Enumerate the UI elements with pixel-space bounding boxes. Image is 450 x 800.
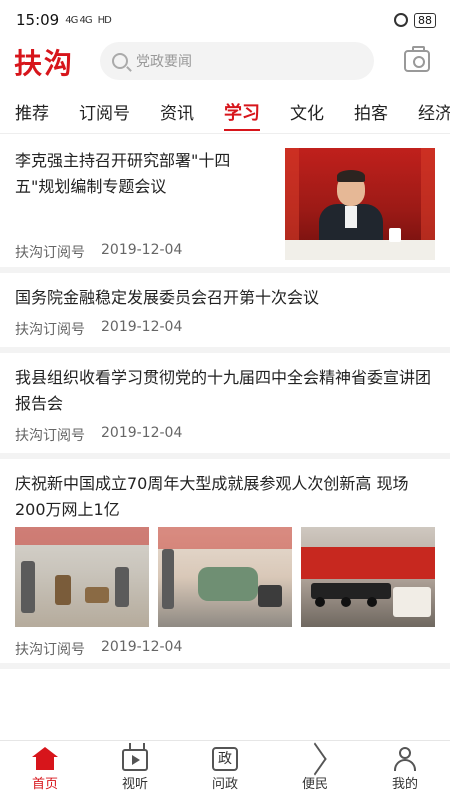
news-feed: 李克强主持召开研究部署"十四五"规划编制专题会议 扶沟订阅号 2019-12-0… [0, 136, 450, 669]
status-right: 88 [394, 12, 436, 28]
tv-icon [122, 749, 148, 771]
article-date: 2019-12-04 [101, 242, 183, 258]
bottom-nav: 首页 视听 政 问政 便民 我的 [0, 740, 450, 800]
user-icon [393, 747, 417, 771]
tab-economy[interactable]: 经济 [418, 95, 450, 133]
clock: 15:09 [16, 11, 60, 29]
nav-label: 首页 [31, 777, 58, 792]
network-type: HD [97, 14, 112, 26]
tab-recommend[interactable]: 推荐 [15, 95, 49, 133]
article-thumbnail [285, 148, 435, 260]
send-icon [303, 747, 327, 771]
category-tabs: 推荐 订阅号 资讯 学习 文化 拍客 经济 [0, 94, 450, 134]
article-meta: 扶沟订阅号 2019-12-04 [15, 319, 182, 339]
nav-inquiry[interactable]: 政 问政 [180, 741, 270, 800]
article-image [301, 527, 435, 627]
battery-icon: 88 [414, 12, 436, 28]
article-source: 扶沟订阅号 [15, 428, 85, 444]
tab-subscriptions[interactable]: 订阅号 [79, 95, 130, 133]
article-meta: 扶沟订阅号 2019-12-04 [15, 425, 182, 445]
status-bar: 15:09 4G 4G HD 88 [0, 0, 450, 40]
home-icon [32, 747, 58, 771]
status-left: 15:09 4G 4G HD [16, 11, 112, 29]
article-meta: 扶沟订阅号 2019-12-04 [15, 639, 182, 659]
nav-media[interactable]: 视听 [90, 741, 180, 800]
article-image-row [15, 527, 435, 627]
camera-icon[interactable] [404, 46, 430, 72]
nav-label: 视听 [121, 777, 148, 792]
search-placeholder: 党政要闻 [136, 54, 192, 70]
nav-label: 问政 [211, 777, 238, 792]
article-source: 扶沟订阅号 [15, 322, 85, 338]
article-date: 2019-12-04 [101, 425, 183, 441]
nav-label: 我的 [391, 777, 418, 792]
search-icon [112, 53, 128, 69]
article-item[interactable]: 庆祝新中国成立70周年大型成就展参观人次创新高 现场200万网上1亿 扶沟订阅号… [0, 459, 450, 669]
article-source: 扶沟订阅号 [15, 642, 85, 658]
nav-profile[interactable]: 我的 [360, 741, 450, 800]
lock-icon [394, 13, 408, 27]
app-logo: 扶沟 [14, 47, 75, 80]
article-item[interactable]: 国务院金融稳定发展委员会召开第十次会议 扶沟订阅号 2019-12-04 [0, 273, 450, 353]
zheng-icon: 政 [212, 747, 238, 771]
tab-photographer[interactable]: 拍客 [354, 95, 388, 133]
article-date: 2019-12-04 [101, 639, 183, 655]
tab-culture[interactable]: 文化 [290, 95, 324, 133]
article-image [15, 527, 149, 627]
article-meta: 扶沟订阅号 2019-12-04 [15, 242, 182, 262]
article-title: 庆祝新中国成立70周年大型成就展参观人次创新高 现场200万网上1亿 [15, 474, 409, 519]
article-title: 李克强主持召开研究部署"十四五"规划编制专题会议 [15, 151, 231, 196]
article-source: 扶沟订阅号 [15, 245, 85, 261]
article-item[interactable]: 李克强主持召开研究部署"十四五"规划编制专题会议 扶沟订阅号 2019-12-0… [0, 136, 450, 273]
nav-services[interactable]: 便民 [270, 741, 360, 800]
nav-home[interactable]: 首页 [0, 741, 90, 800]
tab-news[interactable]: 资讯 [160, 95, 194, 133]
article-title: 国务院金融稳定发展委员会召开第十次会议 [15, 288, 320, 307]
article-date: 2019-12-04 [101, 319, 183, 335]
article-title: 我县组织收看学习贯彻党的十九届四中全会精神省委宣讲团报告会 [15, 368, 432, 413]
search-box[interactable]: 党政要闻 [100, 42, 374, 80]
signal-icon: 4G 4G [65, 14, 92, 26]
nav-label: 便民 [301, 777, 328, 792]
app-header: 扶沟 党政要闻 [0, 40, 450, 88]
article-image [158, 527, 292, 627]
article-item[interactable]: 我县组织收看学习贯彻党的十九届四中全会精神省委宣讲团报告会 扶沟订阅号 2019… [0, 353, 450, 459]
tab-study[interactable]: 学习 [224, 95, 260, 133]
